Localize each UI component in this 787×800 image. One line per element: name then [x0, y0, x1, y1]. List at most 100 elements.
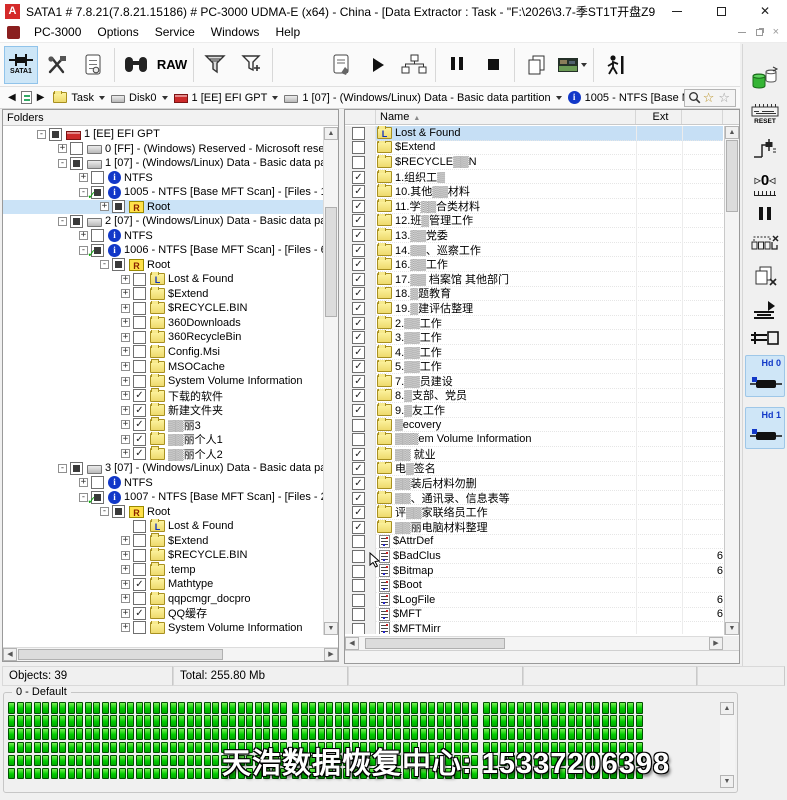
- checkbox[interactable]: ✓: [91, 491, 104, 504]
- map-block[interactable]: [204, 728, 211, 740]
- map-block[interactable]: [445, 728, 452, 740]
- map-block[interactable]: [386, 728, 393, 740]
- map-block[interactable]: [102, 728, 109, 740]
- search-icon[interactable]: [688, 91, 701, 104]
- tree-item[interactable]: -1 [07] - (Windows/Linux) Data - Basic d…: [3, 156, 324, 171]
- map-block[interactable]: [127, 702, 134, 714]
- map-view-button[interactable]: [555, 46, 589, 84]
- map-block[interactable]: [246, 728, 253, 740]
- sata1-port-button[interactable]: SATA1: [4, 46, 38, 84]
- checkbox[interactable]: [133, 273, 146, 286]
- map-block[interactable]: [195, 755, 202, 767]
- map-block[interactable]: [221, 715, 228, 727]
- map-block[interactable]: [517, 728, 524, 740]
- map-block[interactable]: [454, 715, 461, 727]
- checkbox[interactable]: [352, 141, 365, 154]
- checkbox[interactable]: [133, 302, 146, 315]
- header-name-column[interactable]: Name▲: [376, 110, 636, 124]
- chevron-down-icon[interactable]: [272, 96, 278, 100]
- map-block[interactable]: [187, 715, 194, 727]
- map-block[interactable]: [585, 728, 592, 740]
- map-block[interactable]: [68, 768, 75, 780]
- scroll-up-icon[interactable]: ▲: [720, 702, 734, 715]
- map-block[interactable]: [309, 702, 316, 714]
- expand-icon[interactable]: +: [79, 478, 88, 487]
- map-block[interactable]: [187, 728, 194, 740]
- checkbox[interactable]: ✓: [352, 448, 365, 461]
- map-block[interactable]: [437, 715, 444, 727]
- map-block[interactable]: [272, 702, 279, 714]
- map-block[interactable]: [403, 728, 410, 740]
- map-block[interactable]: [369, 715, 376, 727]
- tree-item[interactable]: +System Volume Information: [3, 621, 324, 635]
- checkbox[interactable]: ✓: [91, 244, 104, 257]
- map-block[interactable]: [394, 728, 401, 740]
- map-block[interactable]: [204, 742, 211, 754]
- menu-item-options[interactable]: Options: [89, 25, 146, 39]
- tree-item[interactable]: +✓新建文件夹: [3, 403, 324, 418]
- expand-icon[interactable]: +: [121, 565, 130, 574]
- file-row[interactable]: ✓▒▒、通讯录、信息表等: [345, 491, 723, 506]
- expand-icon[interactable]: +: [79, 173, 88, 182]
- map-block[interactable]: [178, 755, 185, 767]
- map-block[interactable]: [386, 715, 393, 727]
- map-block[interactable]: [212, 755, 219, 767]
- expand-icon[interactable]: +: [79, 231, 88, 240]
- checkbox[interactable]: [352, 550, 365, 563]
- map-block[interactable]: [280, 728, 287, 740]
- map-block[interactable]: [627, 702, 634, 714]
- file-row-body[interactable]: $RECYCLE▒▒N: [376, 155, 723, 170]
- scroll-right-icon[interactable]: ▶: [709, 637, 723, 650]
- file-row-body[interactable]: 8.▒支部、党员: [376, 389, 723, 404]
- checkbox[interactable]: ✓: [352, 302, 365, 315]
- map-block[interactable]: [85, 728, 92, 740]
- map-block[interactable]: [144, 728, 151, 740]
- save-selected-button[interactable]: [325, 46, 359, 84]
- map-block[interactable]: [212, 702, 219, 714]
- recalibrate-button[interactable]: [751, 234, 779, 254]
- checkbox[interactable]: ✓: [133, 578, 146, 591]
- checkbox[interactable]: [133, 375, 146, 388]
- map-block[interactable]: [212, 715, 219, 727]
- scroll-up-icon[interactable]: ▲: [725, 126, 739, 139]
- tree-item[interactable]: +$Extend: [3, 533, 324, 548]
- map-block[interactable]: [8, 768, 15, 780]
- map-block[interactable]: [42, 715, 49, 727]
- map-block[interactable]: [428, 728, 435, 740]
- expand-icon[interactable]: +: [121, 551, 130, 560]
- map-block[interactable]: [93, 768, 100, 780]
- checkbox[interactable]: ✓: [352, 462, 365, 475]
- file-row[interactable]: ✓11.学▒▒合类材料: [345, 199, 723, 214]
- tree-item[interactable]: +qqpcmgr_docpro: [3, 592, 324, 607]
- map-block[interactable]: [110, 768, 117, 780]
- map-block[interactable]: [25, 702, 32, 714]
- checkbox[interactable]: ✓: [352, 244, 365, 257]
- map-block[interactable]: [170, 715, 177, 727]
- map-block[interactable]: [42, 702, 49, 714]
- file-row-body[interactable]: $BadClus6: [376, 549, 723, 564]
- reset-button[interactable]: RESET: [750, 103, 780, 125]
- map-block[interactable]: [454, 728, 461, 740]
- map-block[interactable]: [195, 768, 202, 780]
- collapse-icon[interactable]: -: [58, 464, 67, 473]
- map-block[interactable]: [51, 715, 58, 727]
- expand-icon[interactable]: +: [121, 304, 130, 313]
- map-block[interactable]: [93, 728, 100, 740]
- scroll-left-icon[interactable]: ◀: [345, 637, 359, 650]
- tree-vertical-scrollbar[interactable]: ▲ ▼: [323, 127, 338, 635]
- tree-item[interactable]: +✓▒▒丽个人1: [3, 432, 324, 447]
- mdi-minimize-button[interactable]: [738, 32, 746, 33]
- checkbox[interactable]: ✓: [352, 521, 365, 534]
- checkbox[interactable]: [70, 142, 83, 155]
- checkbox[interactable]: [133, 316, 146, 329]
- checkbox[interactable]: ✓: [352, 185, 365, 198]
- file-row-body[interactable]: $Extend: [376, 141, 723, 156]
- map-block[interactable]: [610, 715, 617, 727]
- expand-icon[interactable]: +: [121, 318, 130, 327]
- checkbox[interactable]: [352, 156, 365, 169]
- checkbox[interactable]: ✓: [352, 214, 365, 227]
- file-row-body[interactable]: 12.班▒管理工作: [376, 214, 723, 229]
- tree-item[interactable]: +RRoot: [3, 200, 324, 215]
- map-block[interactable]: [301, 715, 308, 727]
- tree-item[interactable]: +$Extend: [3, 287, 324, 302]
